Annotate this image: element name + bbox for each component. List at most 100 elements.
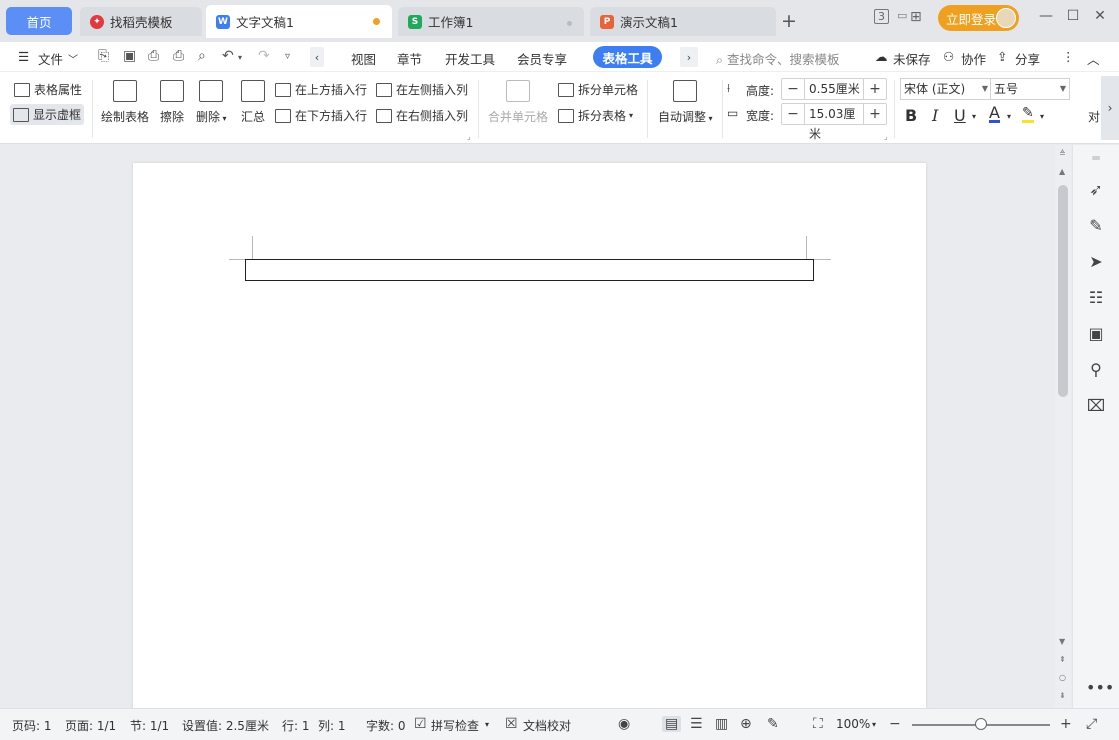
col-width-value[interactable]: 15.03厘米 <box>804 104 864 141</box>
doc-proofread-icon[interactable]: ☒ <box>505 716 518 732</box>
underline-button[interactable]: U <box>954 106 966 125</box>
doc-proofread-button[interactable]: 文档校对 <box>523 717 571 734</box>
table-row[interactable] <box>245 259 814 281</box>
prev-page-icon[interactable]: ⇞ <box>1059 655 1066 664</box>
increment-icon[interactable]: + <box>864 81 886 97</box>
tab-templates[interactable]: ✦ 找稻壳模板 <box>80 7 202 36</box>
table-properties-button[interactable]: 表格属性 <box>14 81 82 98</box>
web-view-icon[interactable]: ⊕ <box>740 716 752 732</box>
summary-button[interactable]: 汇总 <box>241 80 265 125</box>
insert-col-right-button[interactable]: 在右侧插入列 <box>376 107 468 124</box>
vertical-scrollbar[interactable]: ≜ ▲ ▼ ⇞ ○ ⇟ <box>1055 145 1071 708</box>
menu-file[interactable]: 文件 <box>38 49 63 68</box>
page-view-icon[interactable]: ▤ <box>662 716 682 732</box>
status-page-number[interactable]: 页码: 1 <box>12 717 52 734</box>
eye-protect-icon[interactable]: ◉ <box>618 716 630 732</box>
delete-button[interactable]: 删除 ▾ <box>196 80 227 125</box>
select-cursor-icon[interactable]: ➤ <box>1086 252 1106 271</box>
status-section[interactable]: 节: 1/1 <box>130 717 169 734</box>
tab-workbook-1[interactable]: S 工作簿1 <box>398 7 584 36</box>
highlight-dropdown-icon[interactable]: ▾ <box>1040 112 1044 121</box>
collab-icon[interactable]: ⚇ <box>943 49 954 64</box>
more-icon[interactable]: ••• <box>1086 678 1114 697</box>
decrement-icon[interactable]: − <box>782 81 804 97</box>
chevron-down-icon[interactable]: ﹀ <box>68 51 78 66</box>
undo-dropdown-icon[interactable]: ▾ <box>238 53 242 62</box>
auto-adjust-button[interactable]: 自动调整 ▾ <box>658 80 713 125</box>
book-search-icon[interactable]: ⌧ <box>1086 396 1106 415</box>
collab-button[interactable]: 协作 <box>961 49 986 68</box>
split-cells-button[interactable]: 拆分单元格 <box>558 81 638 98</box>
erase-button[interactable]: 擦除 <box>160 80 184 125</box>
row-height-value[interactable]: 0.55厘米 <box>804 79 864 99</box>
font-color-dropdown-icon[interactable]: ▾ <box>1007 112 1011 121</box>
hamburger-icon[interactable]: ☰ <box>18 49 29 64</box>
font-name-select[interactable]: 宋体 (正文) ▼ <box>900 78 992 100</box>
status-row[interactable]: 行: 1 <box>282 717 310 734</box>
align-label[interactable]: 对 <box>1088 108 1100 125</box>
status-col[interactable]: 列: 1 <box>318 717 346 734</box>
tab-document-1[interactable]: W 文字文稿1 <box>206 5 392 38</box>
tab-presentation-1[interactable]: P 演示文稿1 <box>590 7 776 36</box>
menu-chapter[interactable]: 章节 <box>397 49 422 68</box>
font-color-button[interactable]: A <box>989 105 1000 123</box>
print-preview-icon[interactable]: ⌕ <box>198 48 206 64</box>
underline-dropdown-icon[interactable]: ▾ <box>972 112 976 121</box>
italic-button[interactable]: I <box>932 106 938 125</box>
increment-icon[interactable]: + <box>864 106 886 122</box>
zoom-in-icon[interactable]: + <box>1060 716 1072 732</box>
font-size-select[interactable]: 五号 ▼ <box>990 78 1070 100</box>
status-pages[interactable]: 页面: 1/1 <box>65 717 116 734</box>
col-width-stepper[interactable]: − 15.03厘米 + <box>781 103 887 141</box>
scroll-down-icon[interactable]: ▼ <box>1059 637 1065 646</box>
write-view-icon[interactable]: ✎ <box>767 716 779 732</box>
print-icon[interactable]: ⎙ <box>173 48 184 64</box>
quick-access-more-icon[interactable]: ▿ <box>285 51 290 62</box>
menu-developer[interactable]: 开发工具 <box>445 49 495 68</box>
show-gridlines-button[interactable]: 显示虚框 <box>10 104 85 125</box>
more-menu-icon[interactable]: ⋮ <box>1062 49 1075 64</box>
fullscreen-icon[interactable]: ⤢ <box>1086 716 1097 732</box>
document-page[interactable] <box>133 163 926 708</box>
scroll-top-icon[interactable]: ≜ <box>1059 149 1066 158</box>
collapse-ribbon-icon[interactable]: ︿ <box>1087 49 1100 68</box>
save-icon[interactable]: ▣ <box>123 48 136 64</box>
zoom-out-icon[interactable]: − <box>889 716 901 732</box>
sliders-icon[interactable]: ☷ <box>1086 288 1106 307</box>
highlight-icon[interactable]: ✎ <box>1022 106 1034 123</box>
tab-home[interactable]: 首页 <box>6 7 72 35</box>
dialog-launcher-icon[interactable]: ⌟ <box>467 132 471 141</box>
dialog-launcher-icon[interactable]: ⌟ <box>884 132 888 141</box>
command-search-input[interactable]: ⌕ 查找命令、搜索模板 <box>716 49 840 68</box>
spell-check-button[interactable]: 拼写检查 <box>431 717 479 734</box>
fit-page-icon[interactable]: ⛶ <box>813 716 823 732</box>
ribbon-scroll-right-icon[interactable]: › <box>680 47 698 67</box>
share-icon[interactable]: ⇪ <box>997 49 1007 64</box>
export-pdf-icon[interactable]: ⎙ <box>148 48 159 64</box>
close-icon[interactable]: ✕ <box>1092 8 1108 24</box>
read-view-icon[interactable]: ▥ <box>715 716 728 732</box>
chevron-down-icon[interactable]: ▾ <box>485 720 489 729</box>
ribbon-expand-right-icon[interactable]: › <box>1101 76 1119 140</box>
cloud-unsaved-icon[interactable]: ☁ <box>875 49 888 64</box>
split-table-button[interactable]: 拆分表格 ▾ <box>558 107 633 124</box>
insert-col-left-button[interactable]: 在左侧插入列 <box>376 81 468 98</box>
status-setting[interactable]: 设置值: 2.5厘米 <box>182 717 269 734</box>
zoom-dropdown-icon[interactable]: ▾ <box>872 720 876 729</box>
new-tab-button[interactable]: + <box>780 10 798 32</box>
scroll-up-icon[interactable]: ▲ <box>1059 167 1065 176</box>
check-box-icon[interactable]: ☑ <box>414 716 427 732</box>
select-browse-icon[interactable]: ○ <box>1059 673 1066 682</box>
screen-badge-icon[interactable]: 3 <box>874 9 889 24</box>
zoom-slider-thumb[interactable] <box>975 718 987 730</box>
share-button[interactable]: 分享 <box>1015 49 1040 68</box>
row-height-stepper[interactable]: − 0.55厘米 + <box>781 78 887 100</box>
zoom-level[interactable]: 100% <box>836 717 870 731</box>
rocket-icon[interactable]: ➶ <box>1086 180 1106 199</box>
grid-apps-icon[interactable]: ⊞ <box>910 9 922 25</box>
login-button[interactable]: 立即登录 <box>938 5 1019 31</box>
menu-view[interactable]: 视图 <box>351 49 376 68</box>
insert-row-above-button[interactable]: 在上方插入行 <box>275 81 367 98</box>
open-folder-icon[interactable]: ⎘ <box>98 48 109 64</box>
pen-icon[interactable]: ✎ <box>1086 216 1106 235</box>
